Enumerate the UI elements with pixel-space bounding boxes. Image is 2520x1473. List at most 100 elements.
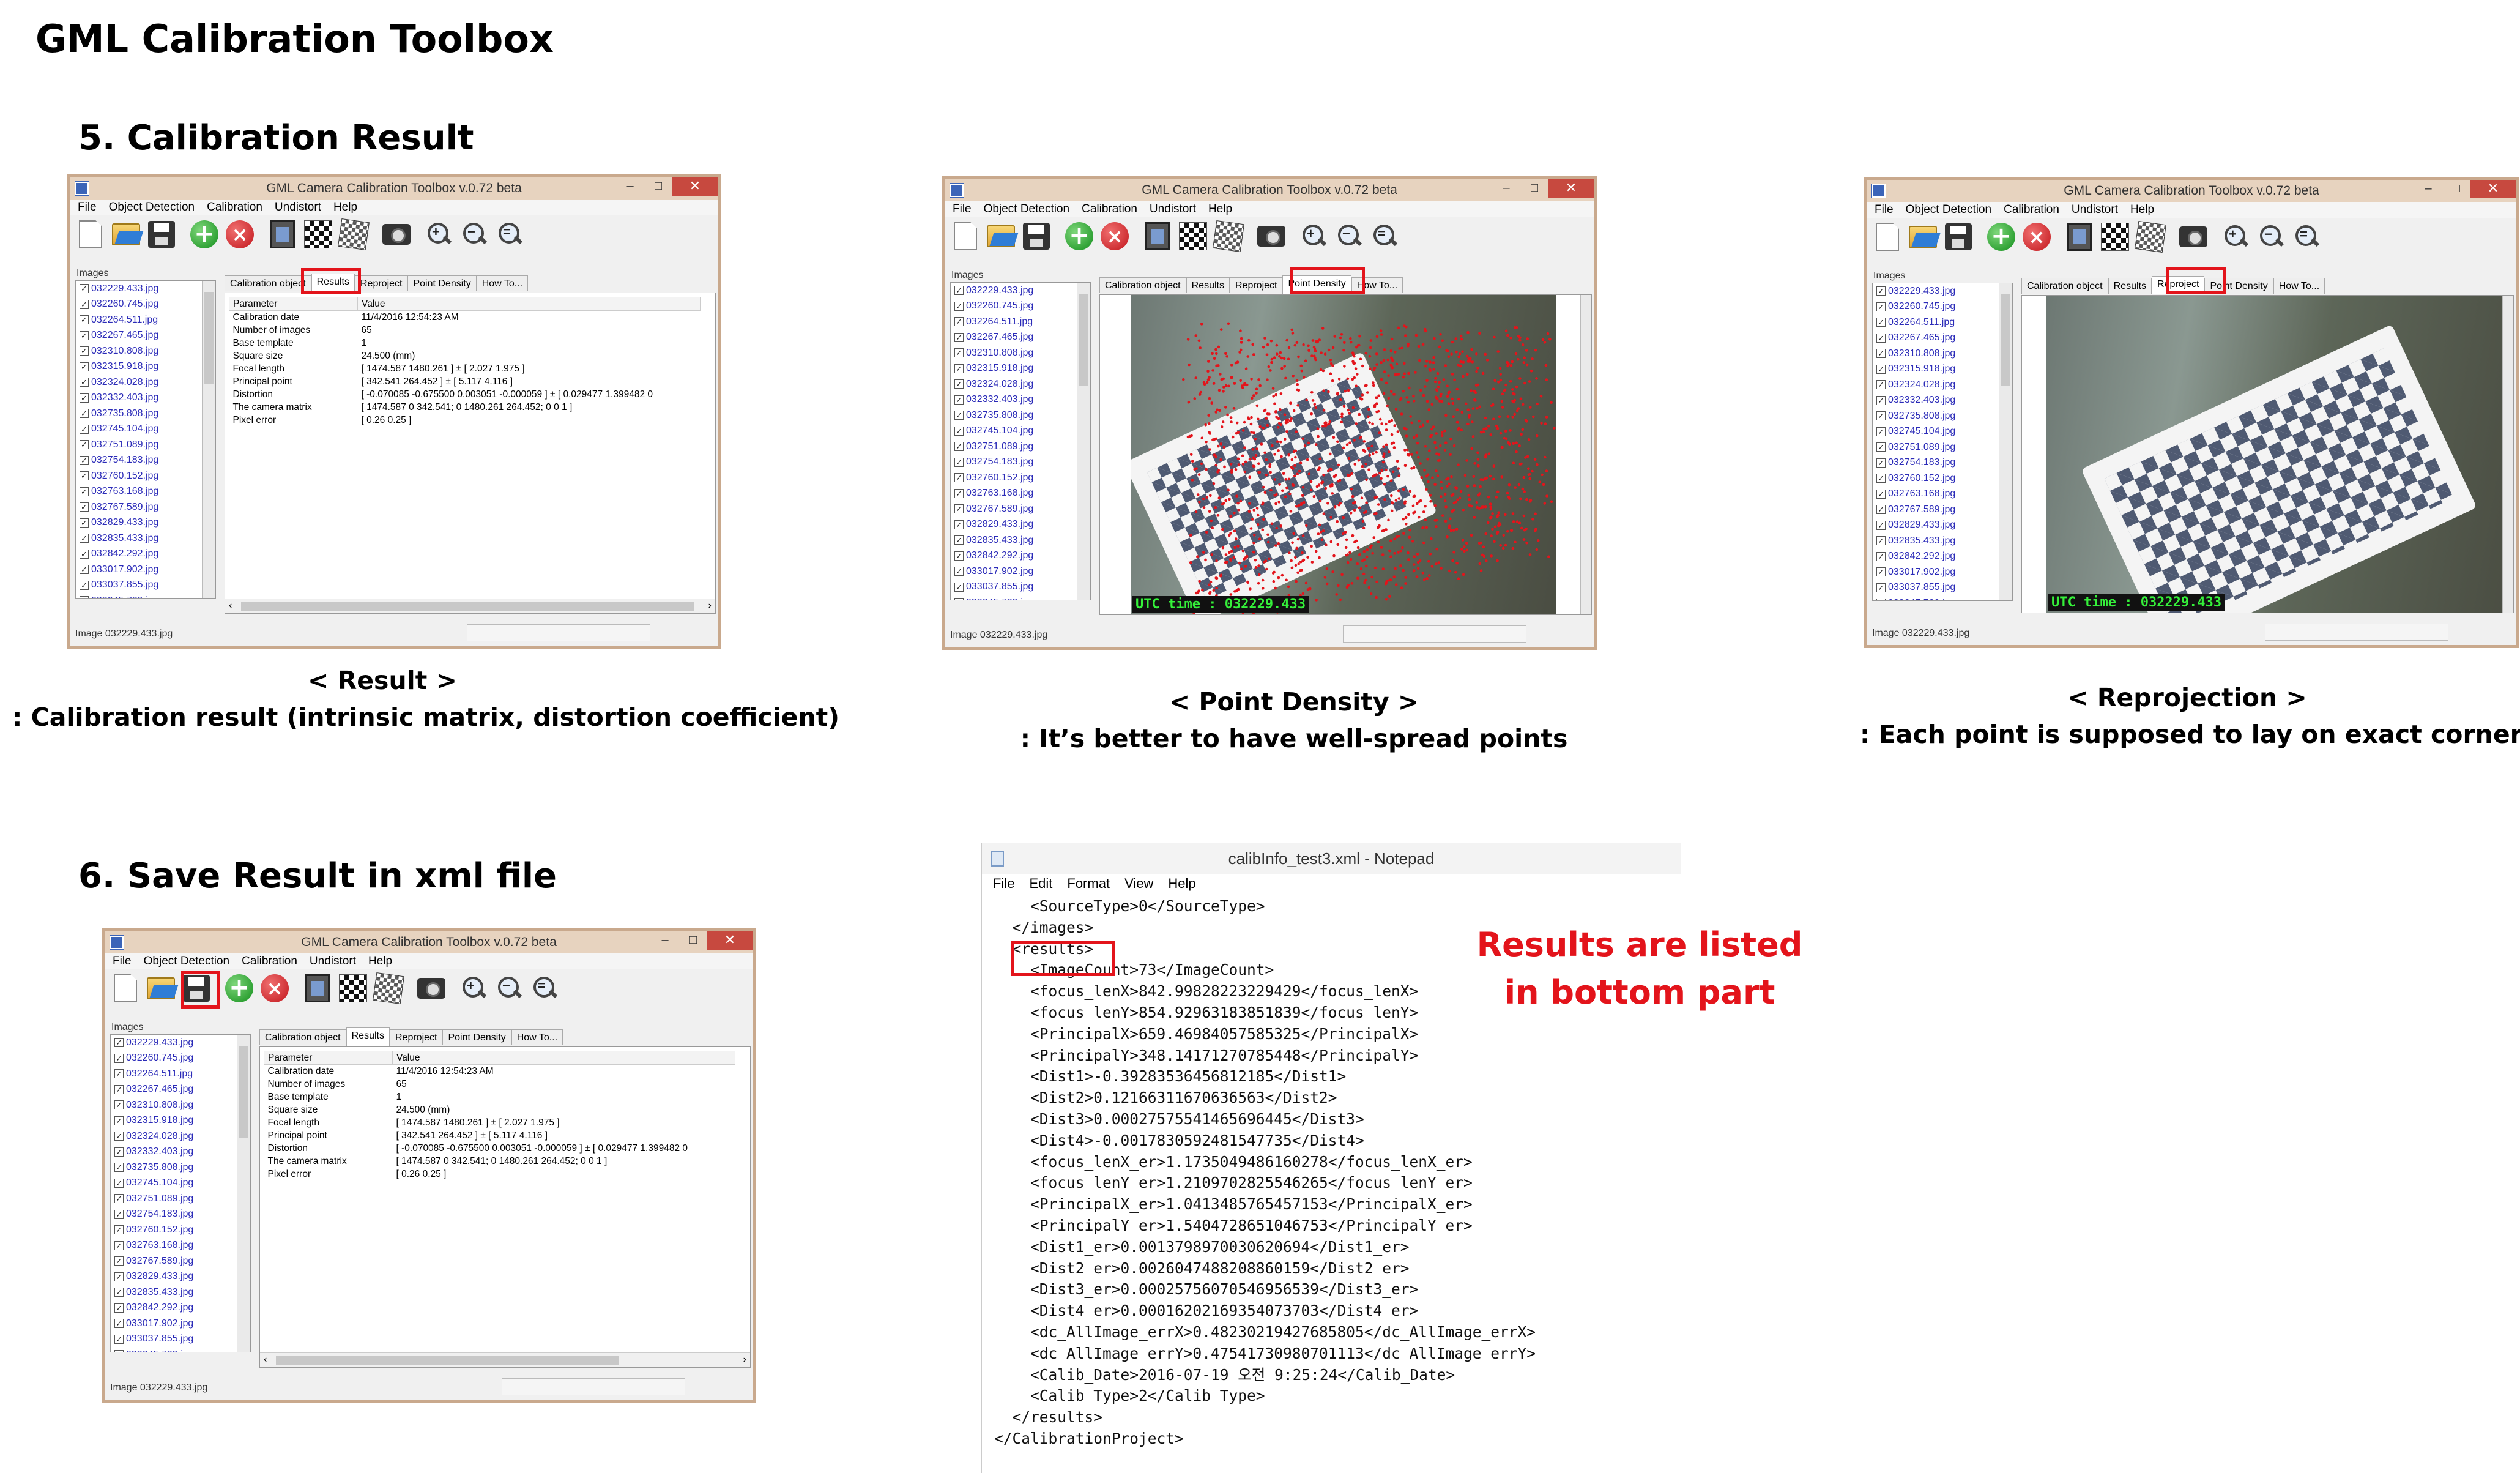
new-file-button[interactable] [109,972,142,1005]
list-item[interactable]: ✓ 032260.745.jpg [111,1051,250,1067]
list-item[interactable]: ✓ 032754.183.jpg [76,453,215,469]
image-checkbox[interactable]: ✓ [954,442,964,452]
image-checkbox[interactable]: ✓ [1876,599,1886,600]
image-list-scrollbar[interactable] [202,281,215,598]
list-item[interactable]: ✓ 032760.152.jpg [951,470,1090,486]
image-checkbox[interactable]: ✓ [114,1069,124,1079]
image-checkbox[interactable]: ✓ [114,1038,124,1048]
list-item[interactable]: ✓ 032754.183.jpg [1873,455,2012,471]
image-checkbox[interactable]: ✓ [954,426,964,436]
tab-reproject[interactable]: Reproject [2151,276,2205,294]
list-item[interactable]: ✓ 032745.104.jpg [951,423,1090,439]
image-checkbox[interactable]: ✓ [114,1132,124,1141]
list-item[interactable]: ✓ 032842.292.jpg [951,548,1090,564]
image-checkbox[interactable]: ✓ [1876,458,1886,468]
image-checkbox[interactable]: ✓ [114,1116,124,1125]
tab-how-to[interactable]: How To... [1351,277,1403,293]
list-item[interactable]: ✓ 032260.745.jpg [951,299,1090,315]
maximize-button[interactable]: □ [644,177,672,196]
save-button[interactable] [145,218,178,251]
minimize-button[interactable]: – [651,931,679,950]
zoom-out-button[interactable]: − [1333,220,1366,253]
save-button[interactable] [1020,220,1053,253]
list-item[interactable]: ✓ 032829.433.jpg [1873,518,2012,534]
list-item[interactable]: ✓ 032332.403.jpg [111,1144,250,1160]
image-checkbox[interactable]: ✓ [80,502,89,512]
list-item[interactable]: ✓ 032264.511.jpg [951,314,1090,330]
list-item[interactable]: ✓ 032754.183.jpg [111,1207,250,1223]
list-item[interactable]: ✓ 032763.168.jpg [951,486,1090,502]
menu-object-detection[interactable]: Object Detection [984,201,1069,217]
image-checkbox[interactable]: ✓ [954,473,964,483]
list-item[interactable]: ✓ 032829.433.jpg [111,1269,250,1285]
image-checkbox[interactable]: ✓ [1876,318,1886,327]
remove-image-button[interactable]: × [258,972,291,1005]
list-item[interactable]: ✓ 032229.433.jpg [111,1035,250,1051]
list-item[interactable]: ✓ 032310.808.jpg [111,1097,250,1113]
image-checkbox[interactable]: ✓ [954,348,964,358]
image-checkbox[interactable]: ✓ [1876,583,1886,592]
list-item[interactable]: ✓ 032842.292.jpg [111,1300,250,1316]
image-checkbox[interactable]: ✓ [80,580,89,590]
image-checkbox[interactable]: ✓ [954,332,964,342]
list-item[interactable]: ✓ 032229.433.jpg [76,281,215,297]
list-item[interactable]: ✓ 032332.403.jpg [951,392,1090,408]
list-item[interactable]: ✓ 032751.089.jpg [951,439,1090,455]
list-item[interactable]: ✓ 032229.433.jpg [1873,283,2012,299]
image-checkbox[interactable]: ✓ [80,284,89,294]
image-checkbox[interactable]: ✓ [954,582,964,592]
tab-point-density[interactable]: Point Density [1282,275,1351,294]
image-checkbox[interactable]: ✓ [954,520,964,529]
image-checkbox[interactable]: ✓ [1876,380,1886,390]
tab-reproject[interactable]: Reproject [389,1029,443,1045]
add-image-button[interactable]: + [1063,220,1096,253]
menu-calibration[interactable]: Calibration [1082,201,1137,217]
list-item[interactable]: ✓ 033037.855.jpg [951,580,1090,595]
menu-calibration[interactable]: Calibration [207,200,262,215]
zoom-reset-button[interactable]: = [1369,220,1402,253]
list-item[interactable]: ✓ 032835.433.jpg [951,532,1090,548]
list-item[interactable]: ✓033045.729.jpg [1873,595,2012,600]
image-checkbox[interactable]: ✓ [114,1147,124,1157]
menu-object-detection[interactable]: Object Detection [109,200,195,215]
camera-button[interactable] [380,218,413,251]
list-item[interactable]: ✓ 033017.902.jpg [76,562,215,578]
remove-image-button[interactable]: × [223,218,256,251]
menu-file[interactable]: File [1875,202,1894,218]
save-button[interactable] [1942,220,1975,253]
image-checkbox[interactable]: ✓ [114,1163,124,1173]
list-item[interactable]: ✓ 033037.855.jpg [111,1332,250,1348]
image-checkbox[interactable]: ✓ [80,565,89,575]
image-list[interactable]: ✓ 032229.433.jpg ✓ 032260.745.jpg ✓ 032264.51… [110,1034,251,1352]
camera-button[interactable] [1255,220,1288,253]
list-item[interactable]: ✓ 032842.292.jpg [76,546,215,562]
zoom-in-button[interactable]: + [458,972,491,1005]
list-item[interactable]: ✓ 032315.918.jpg [76,359,215,375]
image-checkbox[interactable]: ✓ [954,411,964,420]
menu-file[interactable]: File [78,200,97,215]
image-checkbox[interactable]: ✓ [954,598,964,600]
image-list[interactable]: ✓ 032229.433.jpg ✓ 032260.745.jpg ✓ 032264.51… [950,282,1091,600]
zoom-in-button[interactable]: + [423,218,456,251]
list-item[interactable]: ✓ 032829.433.jpg [951,517,1090,533]
image-checkbox[interactable]: ✓ [954,504,964,514]
new-file-button[interactable] [1871,220,1904,253]
notepad-menu-format[interactable]: Format [1067,874,1110,893]
horizontal-scrollbar[interactable]: ‹ › [260,1352,750,1367]
zoom-out-button[interactable]: − [493,972,526,1005]
image-checkbox[interactable]: ✓ [954,364,964,373]
zoom-reset-button[interactable]: = [529,972,562,1005]
grid-detect-button[interactable] [337,218,370,251]
menu-file[interactable]: File [113,953,132,969]
image-checkbox[interactable]: ✓ [80,471,89,481]
list-item[interactable]: ✓ 032751.089.jpg [111,1191,250,1207]
menu-file[interactable]: File [953,201,972,217]
close-button[interactable]: ✕ [2470,180,2516,198]
scrollbar-thumb[interactable] [2001,294,2010,386]
camera-button[interactable] [2177,220,2210,253]
image-checkbox[interactable]: ✓ [954,488,964,498]
list-item[interactable]: ✓ 032324.028.jpg [76,375,215,390]
menu-help[interactable]: Help [368,953,392,969]
checkerboard-button[interactable] [336,972,370,1005]
image-checkbox[interactable]: ✓ [1876,474,1886,483]
